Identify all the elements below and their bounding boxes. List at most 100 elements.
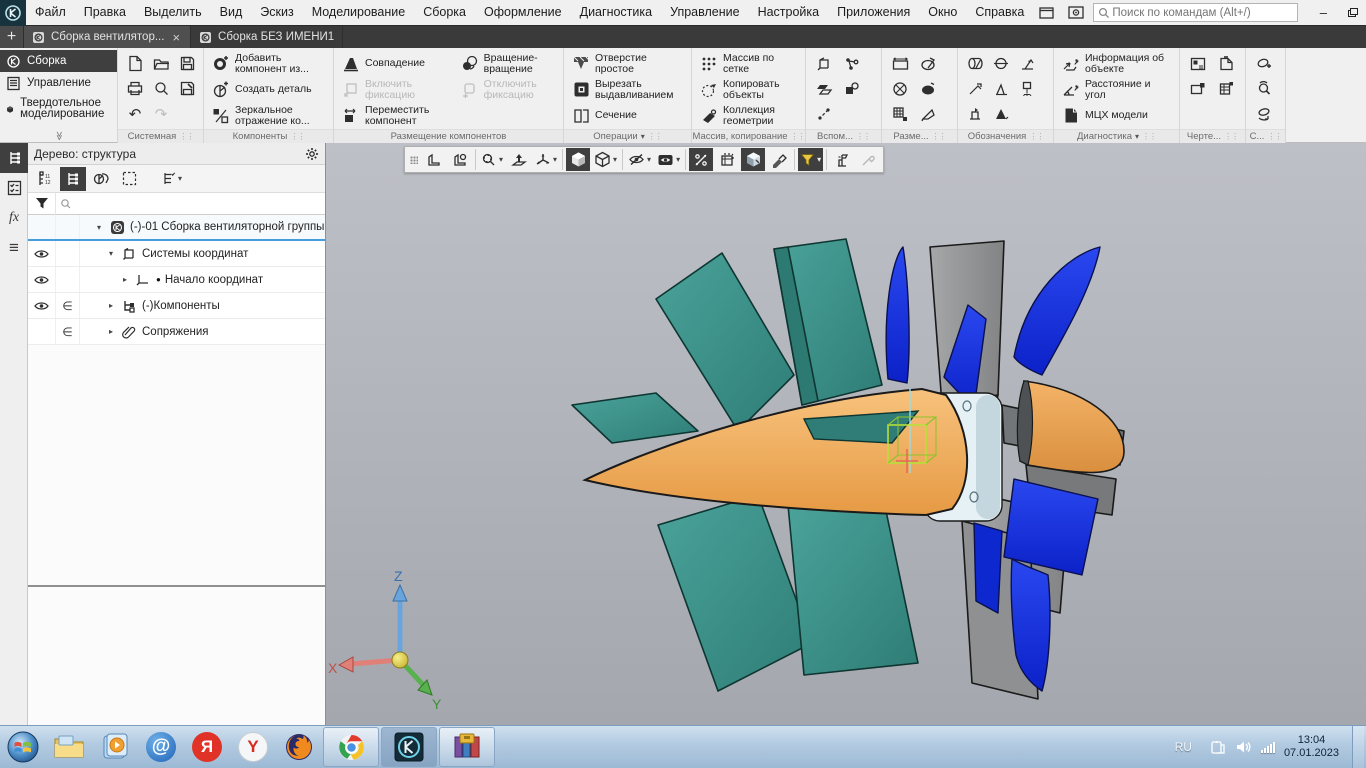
taskbar-chrome-icon[interactable] (323, 727, 379, 767)
taskbar-winrar-icon[interactable] (439, 727, 495, 767)
panel-menu-button[interactable]: ≡ (0, 233, 28, 263)
visibility-eye-icon[interactable] (28, 241, 56, 266)
tray-clock[interactable]: 13:04 07.01.2023 (1284, 734, 1343, 760)
command-search[interactable] (1093, 3, 1298, 22)
parameters-panel-tab[interactable] (0, 173, 28, 203)
tree-filter-list-button[interactable]: ▾ (152, 167, 192, 191)
language-indicator[interactable]: RU (1175, 740, 1192, 754)
linear-dimension-button[interactable] (888, 52, 912, 76)
grid-dimension-button[interactable] (888, 102, 912, 126)
save-as-button[interactable] (175, 77, 199, 101)
visibility-eye-icon[interactable] (28, 267, 56, 292)
menu-edit[interactable]: Правка (75, 0, 135, 25)
tree-row-root-assembly[interactable]: ▾ (-)-01 Сборка вентиляторной группы (28, 215, 325, 241)
menu-management[interactable]: Управление (661, 0, 749, 25)
menu-settings[interactable]: Настройка (749, 0, 829, 25)
expander-icon[interactable]: ▸ (120, 275, 130, 284)
geometry-collection-button[interactable]: Коллекция геометрии (696, 103, 801, 128)
screen-settings-icon[interactable] (1063, 3, 1089, 23)
interface-layout-icon[interactable] (1033, 3, 1059, 23)
tab-close-icon[interactable]: × (170, 30, 182, 45)
object-info-button[interactable]: Информация об объекте (1058, 51, 1175, 76)
network-signal-icon[interactable] (1261, 741, 1275, 753)
cylinder-note-button[interactable] (963, 52, 987, 76)
quick-display-button[interactable] (741, 148, 765, 171)
expander-icon[interactable]: ▸ (106, 301, 116, 310)
distance-angle-button[interactable]: Расстояние и угол (1058, 77, 1175, 102)
position-mark-button[interactable] (963, 102, 987, 126)
tree-row-origin[interactable]: ▸ ● Начало координат (28, 267, 325, 293)
menu-select[interactable]: Выделить (135, 0, 211, 25)
taskbar-mailru-icon[interactable]: @ (138, 727, 184, 767)
taskbar-yandex-browser-icon[interactable]: Y (230, 727, 276, 767)
shaded-display-button[interactable] (566, 148, 590, 171)
simple-hole-button[interactable]: Отверстие простое (568, 51, 687, 76)
taskbar-firefox-icon[interactable] (276, 727, 322, 767)
group-caret-icon[interactable]: ▾ (641, 132, 645, 141)
restore-button[interactable] (1338, 0, 1366, 26)
clip-geometry-button[interactable] (689, 148, 713, 171)
panel-splitter[interactable] (28, 585, 325, 587)
coincidence-mate-button[interactable]: Совпадение (338, 51, 451, 76)
mode-assembly[interactable]: Сборка (0, 50, 117, 72)
section-button[interactable]: Сечение (568, 103, 687, 128)
taskbar-wmp-icon[interactable] (92, 727, 138, 767)
fragment-window-button[interactable] (715, 148, 739, 171)
menu-view[interactable]: Вид (211, 0, 252, 25)
appearance-button[interactable] (767, 148, 791, 171)
tree-by-structure-button[interactable] (60, 167, 86, 191)
filter-objects-button[interactable]: ▾ (798, 148, 823, 171)
measure-tool-button[interactable] (830, 148, 854, 171)
new-document-button[interactable] (123, 52, 147, 76)
tab-assembly-noname[interactable]: Сборка БЕЗ ИМЕНИ1 (191, 26, 343, 48)
expander-icon[interactable]: ▸ (106, 327, 116, 336)
create-part-button[interactable]: Создать деталь (208, 77, 329, 102)
action-center-icon[interactable] (1210, 740, 1226, 755)
grid-array-button[interactable]: Массив по сетке (696, 51, 801, 76)
sketch-plane-view-button[interactable] (422, 148, 446, 171)
copy-objects-button[interactable]: Копировать объекты (696, 77, 801, 102)
local-csys-button[interactable] (812, 52, 836, 76)
preview-button[interactable] (149, 77, 173, 101)
tree-row-mates[interactable]: ∈ ▸ Сопряжения (28, 319, 325, 345)
wireframe-display-button[interactable]: ▾ (592, 148, 619, 171)
tail-cone-orange[interactable] (1017, 381, 1124, 473)
menu-applications[interactable]: Приложения (828, 0, 919, 25)
menu-file[interactable]: Файл (26, 0, 75, 25)
redo-button[interactable]: ↷ (149, 102, 173, 126)
new-sheet-button[interactable] (1214, 52, 1238, 76)
tree-area-select-button[interactable] (116, 167, 142, 191)
zoom-area-button[interactable]: ▾ (479, 148, 505, 171)
toolbar-grip-handle[interactable] (407, 148, 421, 171)
tree-filter-funnel-icon[interactable] (28, 193, 56, 215)
start-button[interactable] (0, 727, 46, 767)
tree-row-coordinate-systems[interactable]: ▾ Системы координат (28, 241, 325, 267)
menu-help[interactable]: Справка (966, 0, 1033, 25)
enable-fixation-button[interactable]: Включить фиксацию (338, 77, 451, 102)
through-hole-note-button[interactable] (989, 52, 1013, 76)
leader-e-button[interactable] (963, 77, 987, 101)
group-caret-icon[interactable]: ▾ (1135, 132, 1139, 141)
spec-view-button[interactable] (1252, 77, 1276, 101)
plane-offset-button[interactable] (812, 77, 836, 101)
disable-fixation-button[interactable]: Отключить фиксацию (457, 77, 559, 102)
taskbar-yandex-icon[interactable]: Я (184, 727, 230, 767)
menu-diagnostics[interactable]: Диагностика (571, 0, 661, 25)
eyedropper-button[interactable] (856, 148, 880, 171)
menu-window[interactable]: Окно (919, 0, 966, 25)
command-search-input[interactable] (1110, 6, 1293, 20)
axis-through-points-button[interactable] (812, 102, 836, 126)
show-hidden-button[interactable]: ▾ (655, 148, 682, 171)
volume-icon[interactable] (1235, 740, 1252, 754)
tree-relations-button[interactable] (88, 167, 114, 191)
include-element-icon[interactable]: ∈ (56, 319, 80, 344)
spec-sync-button[interactable] (1252, 102, 1276, 126)
control-points-button[interactable] (840, 52, 864, 76)
new-document-tab-button[interactable]: + (0, 26, 24, 48)
save-button[interactable] (175, 52, 199, 76)
tree-by-order-button[interactable]: 1112 (32, 167, 58, 191)
drawing-view-button[interactable] (1186, 77, 1210, 101)
surface-finish-button[interactable] (989, 77, 1013, 101)
component-placement-button[interactable] (840, 77, 864, 101)
expander-icon[interactable]: ▾ (94, 223, 104, 232)
